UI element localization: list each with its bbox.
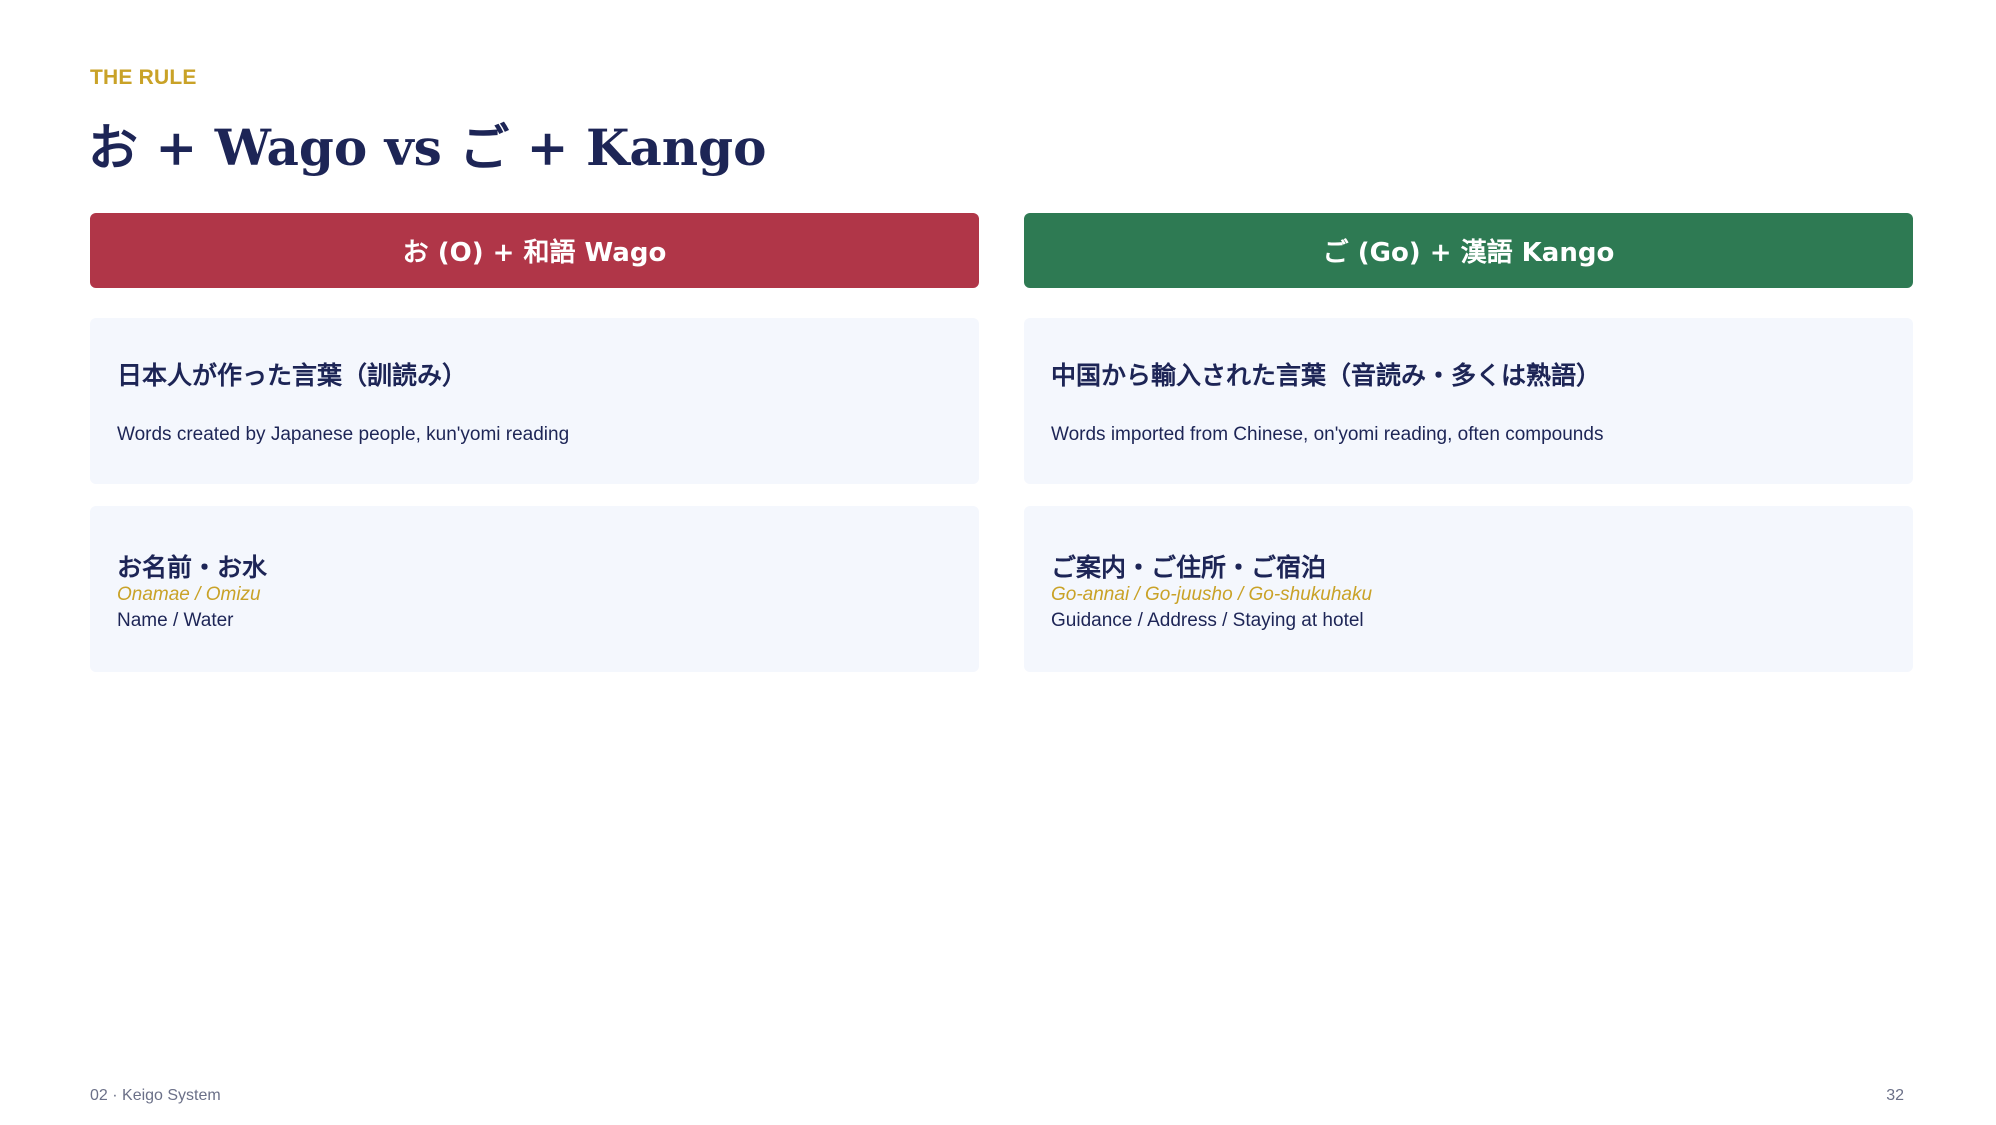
wago-definition-title: 日本人が作った言葉（訓読み） (117, 361, 468, 390)
wago-column: お (O) + 和語 Wago 日本人が作った言葉（訓読み） Words cre… (90, 213, 979, 672)
wago-definition-description: Words created by Japanese people, kun'yo… (117, 424, 570, 445)
kango-definition-description: Words imported from Chinese, on'yomi rea… (1051, 424, 1604, 445)
kango-definition-title: 中国から輸入された言葉（音読み・多くは熟語） (1051, 361, 1602, 390)
kango-header: ご (Go) + 漢語 Kango (1024, 213, 1913, 288)
slide-title: お + Wago vs ご + Kango (88, 118, 767, 177)
footer-section-label: 02 · Keigo System (90, 1087, 221, 1104)
page-number: 32 (1886, 1087, 1904, 1104)
wago-example-romaji: Onamae / Omizu (117, 584, 261, 605)
wago-example-japanese: お名前・お水 (117, 553, 268, 582)
wago-definition-card: 日本人が作った言葉（訓読み） Words created by Japanese… (90, 318, 979, 484)
kango-definition-card: 中国から輸入された言葉（音読み・多くは熟語） Words imported fr… (1024, 318, 1913, 484)
kango-example-english: Guidance / Address / Staying at hotel (1051, 610, 1364, 631)
kango-example-japanese: ご案内・ご住所・ご宿泊 (1051, 553, 1327, 582)
section-eyebrow: THE RULE (90, 66, 197, 89)
wago-example-english: Name / Water (117, 610, 234, 631)
kango-example-romaji: Go-annai / Go-juusho / Go-shukuhaku (1051, 584, 1373, 605)
wago-header: お (O) + 和語 Wago (90, 213, 979, 288)
kango-column: ご (Go) + 漢語 Kango 中国から輸入された言葉（音読み・多くは熟語）… (1024, 213, 1913, 672)
kango-example-card: ご案内・ご住所・ご宿泊 Go-annai / Go-juusho / Go-sh… (1024, 506, 1913, 672)
wago-example-card: お名前・お水 Onamae / Omizu Name / Water (90, 506, 979, 672)
